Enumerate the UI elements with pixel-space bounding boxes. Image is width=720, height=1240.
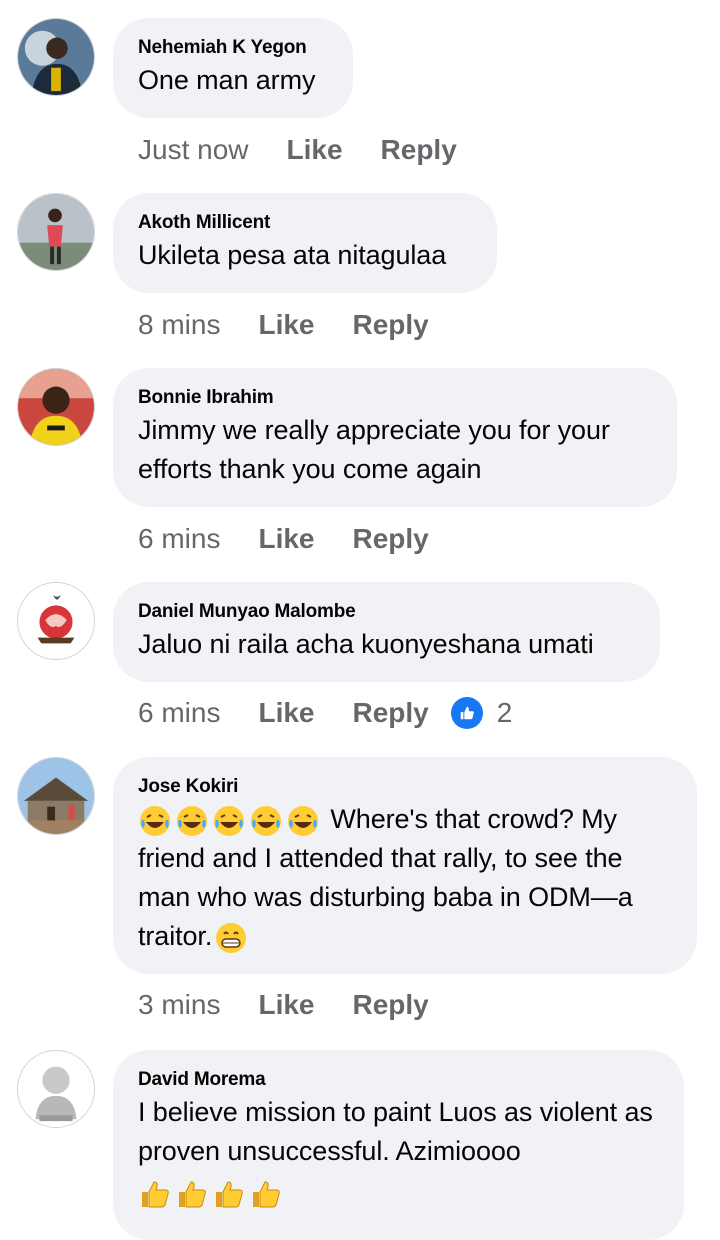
laughing-tears-emoji — [212, 804, 246, 838]
comment-timestamp[interactable]: Just now — [138, 134, 249, 166]
reaction-count: 2 — [496, 697, 513, 728]
comment-text: One man army — [138, 65, 316, 95]
thumbs-up-emoji — [249, 1177, 283, 1211]
reaction-summary[interactable]: 2 — [450, 697, 513, 729]
comment-author[interactable]: David Morema — [138, 1068, 660, 1092]
comment-bubble: Bonnie Ibrahim Jimmy we really appreciat… — [113, 368, 677, 507]
avatar[interactable] — [17, 193, 95, 271]
like-button[interactable]: Like — [258, 309, 314, 341]
reply-button[interactable]: Reply — [353, 309, 429, 341]
grin-emoji — [214, 921, 248, 955]
comment-author[interactable]: Bonnie Ibrahim — [138, 386, 653, 410]
comment-actions: 6 mins Like Reply 2 — [138, 693, 512, 733]
laughing-tears-emoji — [286, 804, 320, 838]
avatar[interactable] — [17, 1050, 95, 1128]
comment-author[interactable]: Jose Kokiri — [138, 775, 673, 799]
thumbs-up-emoji — [212, 1177, 246, 1211]
comment-bubble: Nehemiah K Yegon One man army — [113, 18, 353, 118]
thumbs-up-icon — [450, 697, 483, 729]
avatar[interactable] — [17, 757, 95, 835]
comment-author[interactable]: Daniel Munyao Malombe — [138, 600, 636, 624]
comment-text-rest: friend and I attended that rally, to see… — [138, 843, 633, 951]
comment-text: Ukileta pesa ata nitagulaa — [138, 240, 447, 270]
comment-bubble: David Morema I believe mission to paint … — [113, 1050, 684, 1240]
comment-actions: 8 mins Like Reply — [138, 305, 429, 345]
laughing-tears-emoji — [138, 804, 172, 838]
like-button[interactable]: Like — [287, 134, 343, 166]
reply-button[interactable]: Reply — [353, 989, 429, 1021]
comment-text-line1: Where's that crowd? My — [323, 804, 617, 834]
comment-timestamp[interactable]: 8 mins — [138, 309, 220, 341]
comment-timestamp[interactable]: 3 mins — [138, 989, 220, 1021]
like-button[interactable]: Like — [258, 989, 314, 1021]
comment-text: Jaluo ni raila acha kuonyeshana umati — [138, 629, 594, 659]
comment-timestamp[interactable]: 6 mins — [138, 697, 220, 729]
comment-text: Where's that crowd? My friend and I atte… — [138, 800, 673, 956]
comment-bubble: Jose Kokiri Where's that crowd? My frien… — [113, 757, 697, 974]
reply-button[interactable]: Reply — [353, 697, 429, 729]
avatar[interactable] — [17, 18, 95, 96]
comment-text: I believe mission to paint Luos as viole… — [138, 1093, 660, 1212]
comment-text-body: I believe mission to paint Luos as viole… — [138, 1097, 653, 1166]
emoji-row — [138, 1173, 660, 1212]
thumbs-up-emoji — [175, 1177, 209, 1211]
like-button[interactable]: Like — [258, 697, 314, 729]
thumbs-up-emoji — [138, 1177, 172, 1211]
like-button[interactable]: Like — [258, 523, 314, 555]
comment-actions: 3 mins Like Reply — [138, 985, 429, 1025]
laughing-tears-emoji — [175, 804, 209, 838]
comment-bubble: Daniel Munyao Malombe Jaluo ni raila ach… — [113, 582, 660, 682]
laughing-tears-emoji — [249, 804, 283, 838]
avatar[interactable] — [17, 582, 95, 660]
comment-actions: Just now Like Reply — [138, 130, 457, 170]
reply-button[interactable]: Reply — [353, 523, 429, 555]
reply-button[interactable]: Reply — [381, 134, 457, 166]
comment-actions: 6 mins Like Reply — [138, 519, 429, 559]
comment-text: Jimmy we really appreciate you for your … — [138, 415, 610, 484]
comment-bubble: Akoth Millicent Ukileta pesa ata nitagul… — [113, 193, 497, 293]
comment-timestamp[interactable]: 6 mins — [138, 523, 220, 555]
avatar[interactable] — [17, 368, 95, 446]
comment-author[interactable]: Akoth Millicent — [138, 211, 473, 235]
comment-author[interactable]: Nehemiah K Yegon — [138, 36, 329, 60]
